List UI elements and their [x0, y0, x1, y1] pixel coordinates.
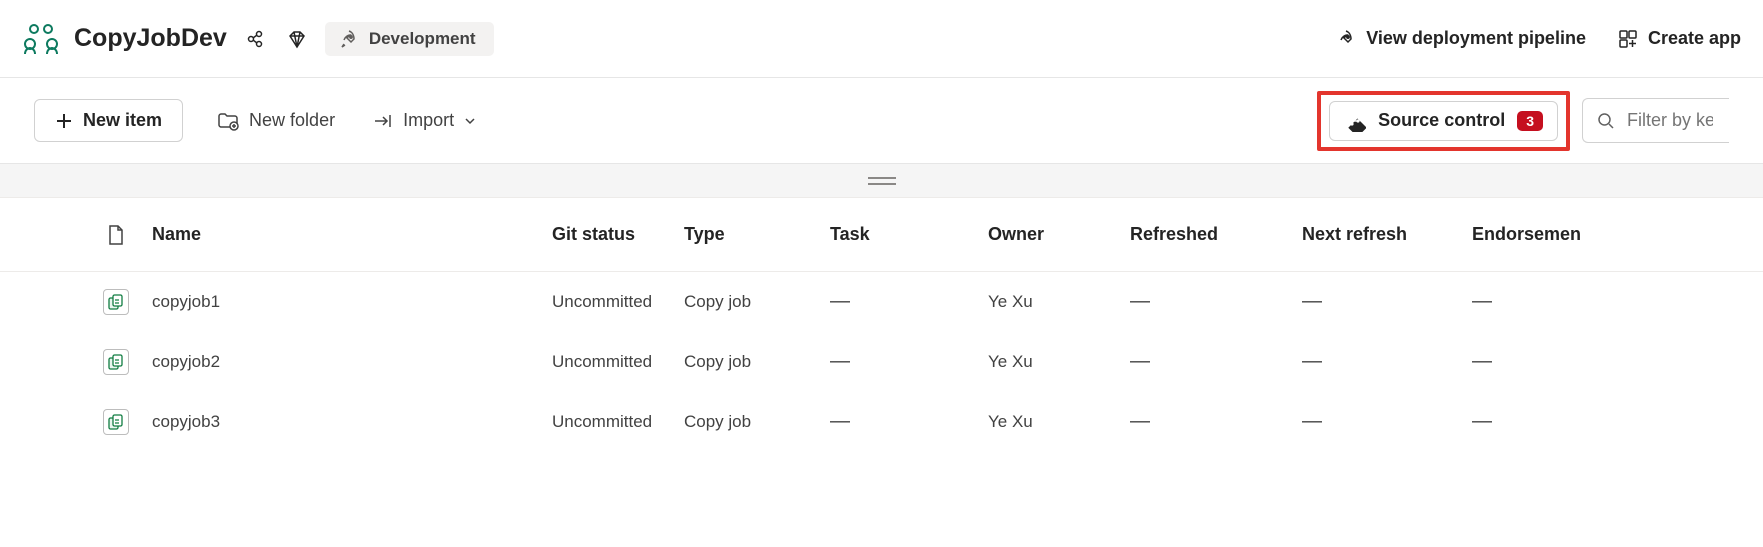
- stage-pill[interactable]: Development: [325, 22, 494, 56]
- header-right: View deployment pipeline Create app: [1336, 28, 1741, 49]
- cell-task: —: [826, 290, 984, 313]
- filter-input[interactable]: [1625, 109, 1715, 132]
- cell-git-status: Uncommitted: [548, 292, 680, 312]
- cell-name: copyjob3: [148, 412, 548, 432]
- import-arrow-icon: [373, 112, 393, 130]
- drag-handle[interactable]: [868, 177, 896, 185]
- workspace-title: CopyJobDev: [74, 24, 227, 53]
- cell-git-status: Uncommitted: [548, 352, 680, 372]
- cell-refreshed: —: [1126, 350, 1298, 373]
- toolbar: New item New folder Import: [0, 78, 1763, 164]
- share-icon[interactable]: [241, 25, 269, 53]
- new-folder-label: New folder: [249, 110, 335, 131]
- copy-job-icon: [103, 349, 129, 375]
- source-control-button[interactable]: Source control 3: [1329, 101, 1558, 141]
- header-bar: CopyJobDev Development: [0, 0, 1763, 78]
- import-button[interactable]: Import: [369, 104, 480, 137]
- cell-type: Copy job: [680, 292, 826, 312]
- table-body: copyjob1 Uncommitted Copy job — Ye Xu — …: [0, 272, 1763, 452]
- cell-name: copyjob1: [148, 292, 548, 312]
- drag-strip: [0, 164, 1763, 198]
- cell-endorsement: —: [1468, 350, 1763, 373]
- diamond-icon[interactable]: [283, 25, 311, 53]
- cell-task: —: [826, 350, 984, 373]
- create-app-link[interactable]: Create app: [1618, 28, 1741, 49]
- col-task[interactable]: Task: [826, 224, 984, 245]
- cell-git-status: Uncommitted: [548, 412, 680, 432]
- view-pipeline-link[interactable]: View deployment pipeline: [1336, 28, 1586, 49]
- cell-next-refresh: —: [1298, 290, 1468, 313]
- copy-job-icon: [103, 289, 129, 315]
- create-app-label: Create app: [1648, 28, 1741, 49]
- cell-endorsement: —: [1468, 410, 1763, 433]
- items-table: Name Git status Type Task Owner Refreshe…: [0, 198, 1763, 452]
- table-row[interactable]: copyjob1 Uncommitted Copy job — Ye Xu — …: [0, 272, 1763, 332]
- table-header-row: Name Git status Type Task Owner Refreshe…: [0, 198, 1763, 272]
- document-icon: [107, 224, 125, 246]
- cell-endorsement: —: [1468, 290, 1763, 313]
- new-item-label: New item: [83, 110, 162, 131]
- git-icon: [1344, 110, 1366, 132]
- view-pipeline-label: View deployment pipeline: [1366, 28, 1586, 49]
- source-control-badge: 3: [1517, 111, 1543, 131]
- col-git-status[interactable]: Git status: [548, 224, 680, 245]
- new-folder-button[interactable]: New folder: [213, 104, 339, 137]
- icon-column-header: [84, 224, 148, 246]
- cell-type: Copy job: [680, 412, 826, 432]
- cell-refreshed: —: [1126, 410, 1298, 433]
- rocket-icon: [339, 29, 359, 49]
- new-item-button[interactable]: New item: [34, 99, 183, 142]
- cell-type: Copy job: [680, 352, 826, 372]
- source-control-highlight: Source control 3: [1317, 91, 1570, 151]
- cell-owner: Ye Xu: [984, 352, 1126, 372]
- cell-owner: Ye Xu: [984, 292, 1126, 312]
- table-row[interactable]: copyjob3 Uncommitted Copy job — Ye Xu — …: [0, 392, 1763, 452]
- rocket-icon: [1336, 29, 1356, 49]
- cell-task: —: [826, 410, 984, 433]
- col-endorsement[interactable]: Endorsemen: [1468, 224, 1763, 245]
- folder-plus-icon: [217, 111, 239, 131]
- filter-input-wrap[interactable]: [1582, 98, 1729, 143]
- copy-job-icon: [103, 409, 129, 435]
- col-name[interactable]: Name: [148, 224, 548, 245]
- header-left: CopyJobDev Development: [22, 22, 494, 56]
- cell-next-refresh: —: [1298, 410, 1468, 433]
- plus-icon: [55, 112, 73, 130]
- col-refreshed[interactable]: Refreshed: [1126, 224, 1298, 245]
- cell-name: copyjob2: [148, 352, 548, 372]
- cell-next-refresh: —: [1298, 350, 1468, 373]
- table-row[interactable]: copyjob2 Uncommitted Copy job — Ye Xu — …: [0, 332, 1763, 392]
- app-grid-icon: [1618, 29, 1638, 49]
- stage-label: Development: [369, 29, 476, 49]
- search-icon: [1597, 112, 1615, 130]
- col-type[interactable]: Type: [680, 224, 826, 245]
- chevron-down-icon: [464, 115, 476, 127]
- toolbar-right: Source control 3: [1317, 91, 1729, 151]
- cell-owner: Ye Xu: [984, 412, 1126, 432]
- cell-refreshed: —: [1126, 290, 1298, 313]
- col-owner[interactable]: Owner: [984, 224, 1126, 245]
- source-control-label: Source control: [1378, 110, 1505, 131]
- col-next-refresh[interactable]: Next refresh: [1298, 224, 1468, 245]
- import-label: Import: [403, 110, 454, 131]
- workspace-icon: [22, 22, 60, 56]
